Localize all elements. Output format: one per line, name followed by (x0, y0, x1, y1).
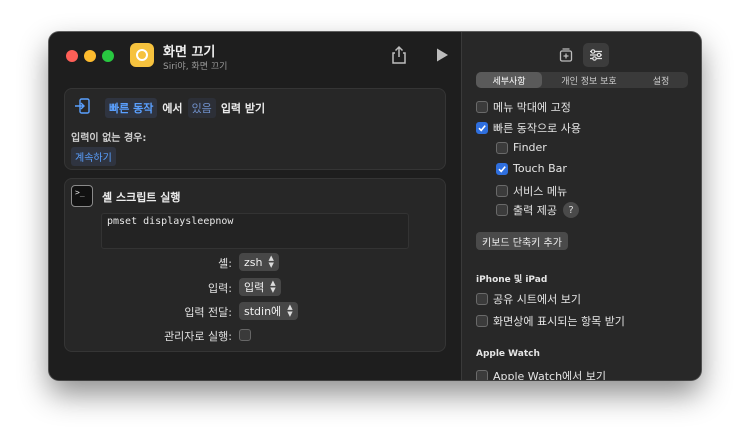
moon-icon (136, 49, 148, 61)
option-label: 화면상에 표시되는 항목 받기 (493, 315, 625, 328)
checkbox[interactable] (476, 315, 488, 327)
shell-label: 셸: (218, 257, 232, 270)
sliders-icon (590, 49, 602, 61)
pass-input-select[interactable]: stdin에 ▲ ▼ (239, 302, 298, 320)
tab-details[interactable]: 세부사항 (476, 72, 542, 88)
checkbox[interactable] (476, 370, 488, 380)
share-button[interactable] (390, 45, 408, 65)
input-label: 입력: (208, 282, 232, 295)
minimize-window-button[interactable] (84, 50, 96, 62)
option-label: 메뉴 막대에 고정 (493, 101, 571, 114)
help-icon[interactable]: ? (562, 202, 579, 218)
option-touch-bar[interactable]: Touch Bar (496, 162, 567, 175)
editor-pane: 화면 끄기 Siri야, 화면 끄기 빠른 동작 에서 있음 입력 받기 입력이… (49, 32, 461, 380)
shell-select[interactable]: zsh ▲ ▼ (239, 253, 279, 271)
terminal-icon: >_ (71, 185, 93, 207)
checkmark-icon (498, 165, 506, 173)
input-type-token[interactable]: 빠른 동작 (105, 98, 158, 118)
checkbox[interactable] (496, 141, 508, 154)
updown-chevron-icon: ▲ ▼ (270, 279, 276, 294)
script-editor[interactable]: pmset displaysleepnow (101, 213, 409, 249)
option-quick-action[interactable]: 빠른 동작으로 사용 (476, 120, 581, 136)
run-button[interactable] (434, 47, 450, 63)
zoom-window-button[interactable] (102, 50, 114, 62)
tab-privacy[interactable]: 개인 정보 보호 (544, 72, 634, 88)
add-action-icon (559, 48, 573, 62)
close-window-button[interactable] (66, 50, 78, 62)
input-select-value: 입력 (244, 281, 265, 294)
run-as-admin-checkbox[interactable] (239, 329, 251, 341)
details-button[interactable] (583, 43, 609, 67)
library-button[interactable] (553, 43, 579, 67)
action-title: 셸 스크립트 실행 (102, 191, 181, 204)
updown-chevron-icon: ▲ ▼ (268, 254, 274, 269)
run-shell-script-action[interactable]: >_ 셸 스크립트 실행 pmset displaysleepnow 셸: zs… (64, 178, 446, 352)
receive-input-sentence: 빠른 동작 에서 있음 입력 받기 (105, 98, 270, 118)
option-show-on-watch[interactable]: Apple Watch에서 보기 (476, 368, 606, 380)
checkbox-checked[interactable] (476, 122, 488, 134)
option-services-menu[interactable]: 서비스 메뉴 (496, 183, 567, 199)
option-receive-onscreen-items[interactable]: 화면상에 표시되는 항목 받기 (476, 313, 625, 329)
shortcut-title[interactable]: 화면 끄기 (163, 41, 215, 60)
option-label: Apple Watch에서 보기 (493, 370, 607, 380)
option-label: Touch Bar (513, 162, 567, 175)
input-select[interactable]: 입력 ▲ ▼ (239, 278, 281, 296)
checkbox-checked[interactable] (496, 162, 508, 175)
checkbox[interactable] (496, 204, 508, 216)
title-bar: 화면 끄기 Siri야, 화면 끄기 (49, 32, 461, 80)
option-label: Finder (513, 141, 547, 154)
shell-select-value: zsh (244, 255, 263, 269)
pass-input-label: 입력 전달: (184, 306, 232, 319)
option-provide-output[interactable]: 출력 제공 ? (496, 202, 579, 218)
no-input-label: 입력이 없는 경우: (71, 133, 147, 144)
sentence-text-from: 에서 (162, 102, 183, 115)
option-label: 빠른 동작으로 사용 (493, 122, 581, 135)
option-label: 출력 제공 (513, 204, 557, 217)
add-keyboard-shortcut-button[interactable]: 키보드 단축키 추가 (476, 232, 568, 250)
apple-watch-heading: Apple Watch (476, 349, 540, 359)
checkbox[interactable] (476, 293, 488, 305)
option-finder[interactable]: Finder (496, 141, 547, 154)
no-input-value-token[interactable]: 계속하기 (71, 147, 116, 166)
option-pin-menubar[interactable]: 메뉴 막대에 고정 (476, 99, 571, 115)
option-label: 서비스 메뉴 (513, 185, 568, 198)
option-share-sheet[interactable]: 공유 시트에서 보기 (476, 291, 581, 307)
receive-input-icon (74, 97, 92, 115)
checkbox[interactable] (476, 101, 488, 113)
inspector-toolbar (462, 32, 701, 76)
pass-input-select-value: stdin에 (244, 305, 282, 318)
sentence-text-receive: 입력 받기 (220, 102, 266, 115)
share-icon (392, 45, 406, 64)
run-as-admin-label: 관리자로 실행: (164, 330, 232, 343)
shortcut-subtitle: Siri야, 화면 끄기 (163, 62, 228, 72)
updown-chevron-icon: ▲ ▼ (287, 303, 293, 318)
checkbox[interactable] (496, 185, 508, 197)
shortcuts-window: 화면 끄기 Siri야, 화면 끄기 빠른 동작 에서 있음 입력 받기 입력이… (49, 32, 701, 380)
checkmark-icon (478, 125, 486, 132)
iphone-ipad-heading: iPhone 및 iPad (476, 275, 548, 285)
play-icon (437, 48, 448, 62)
input-source-token[interactable]: 있음 (187, 98, 216, 118)
tab-settings[interactable]: 설정 (634, 72, 688, 88)
shortcut-icon[interactable] (130, 43, 154, 67)
details-pane: 세부사항 개인 정보 보호 설정 메뉴 막대에 고정 빠른 동작으로 사용 Fi… (461, 32, 701, 380)
option-label: 공유 시트에서 보기 (493, 293, 581, 306)
receive-input-action[interactable]: 빠른 동작 에서 있음 입력 받기 입력이 없는 경우: 계속하기 (64, 88, 446, 170)
details-tabs: 세부사항 개인 정보 보호 설정 (476, 72, 688, 88)
